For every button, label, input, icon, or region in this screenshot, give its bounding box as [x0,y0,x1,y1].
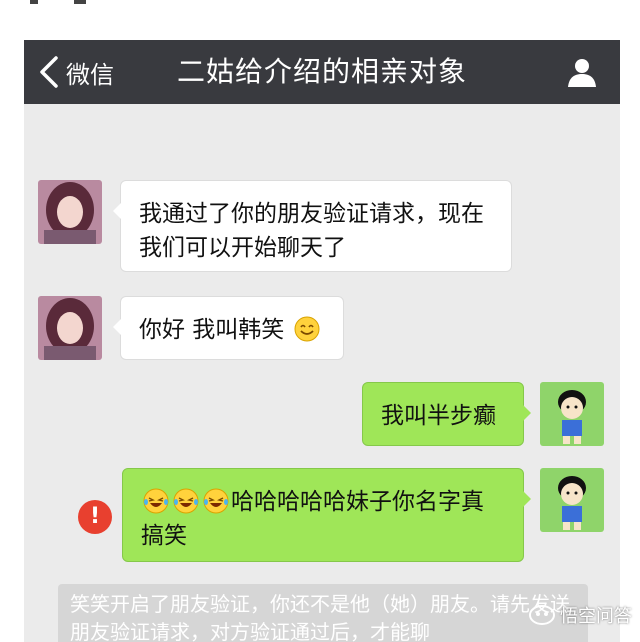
top-edge-fragment [30,0,90,6]
laughing-tears-emoji-icon [173,488,199,514]
system-notice: 笑笑开启了朋友验证，你还不是他（她）朋友。请先发送朋友验证请求，对方验证通过后，… [58,584,588,642]
my-avatar[interactable] [540,382,604,446]
message-bubble-incoming[interactable]: 我通过了你的朋友验证请求，现在我们可以开始聊天了 [113,180,512,272]
wukong-logo-icon [529,605,555,625]
send-failed-icon[interactable]: ! [78,500,112,534]
contact-avatar[interactable] [38,180,102,244]
laughing-tears-emoji-icon [203,488,229,514]
my-avatar[interactable] [540,468,604,532]
watermark-text: 悟空问答 [560,606,632,627]
contact-profile-icon[interactable] [566,56,598,88]
contact-avatar[interactable] [38,296,102,360]
message-text: 我叫半步癫 [381,403,496,429]
smile-emoji-icon [294,316,320,342]
cartoon-boy-avatar-icon [540,382,604,446]
title-bar: 微信 二姑给介绍的相亲对象 [24,40,620,104]
chat-title: 二姑给介绍的相亲对象 [176,55,467,88]
chat-window: 微信 二姑给介绍的相亲对象 我通过了你的朋友验证请求，现在我们可以开始聊天了 你… [24,40,620,642]
message-text: 我通过了你的朋友验证请求，现在我们可以开始聊天了 [139,201,484,261]
laughing-tears-emoji-icon [143,488,169,514]
message-bubble-outgoing[interactable]: 哈哈哈哈哈妹子你名字真搞笑 [122,468,531,562]
message-text: 你好 我叫韩笑 [139,317,285,343]
message-bubble-outgoing[interactable]: 我叫半步癫 [362,382,531,446]
girl-avatar-icon [38,180,102,244]
message-bubble-incoming[interactable]: 你好 我叫韩笑 [113,296,344,360]
watermark: 悟空问答 [528,602,632,628]
girl-avatar-icon [38,296,102,360]
cartoon-boy-avatar-icon [540,468,604,532]
